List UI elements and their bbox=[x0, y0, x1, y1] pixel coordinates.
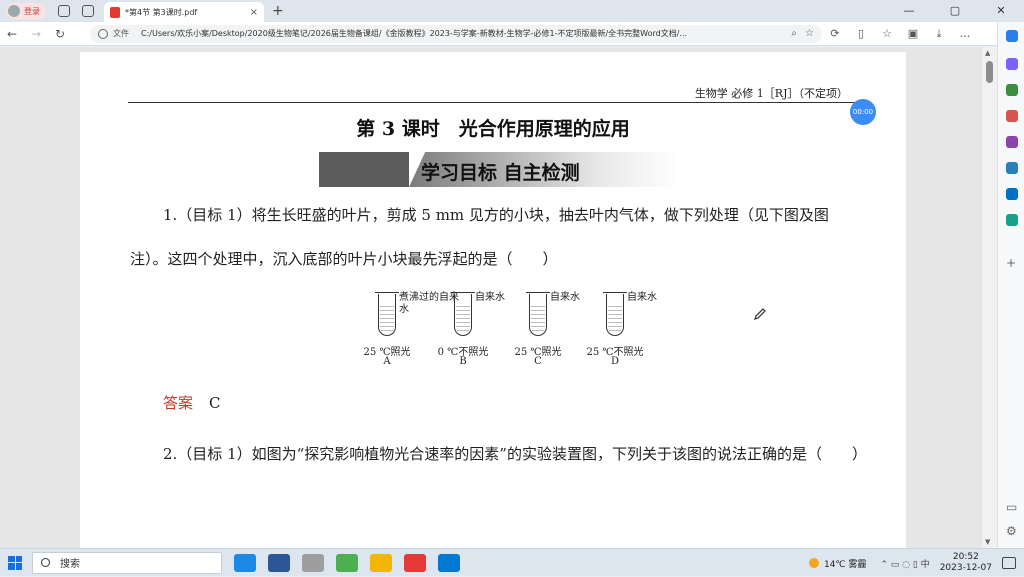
workspaces-icon[interactable] bbox=[58, 5, 70, 17]
notepad-app-icon[interactable] bbox=[302, 553, 324, 572]
tube-b-label: 自来水 bbox=[475, 292, 505, 303]
favorites-icon[interactable]: ☆ bbox=[874, 27, 900, 40]
lesson-title: 第 3 课时 光合作用原理的应用 bbox=[356, 118, 630, 140]
copilot-icon[interactable] bbox=[1006, 30, 1018, 42]
file-label: 文件 bbox=[113, 29, 129, 38]
tube-a-letter: A bbox=[383, 356, 391, 367]
zoom-icon[interactable]: ⌕ bbox=[791, 28, 797, 39]
outlook-icon[interactable] bbox=[1006, 188, 1018, 200]
url-text[interactable]: C:/Users/欢乐小案/Desktop/2020级生物笔记/2026届生物备… bbox=[141, 28, 783, 39]
notification-icon[interactable] bbox=[1002, 557, 1016, 569]
tube-d-label: 自来水 bbox=[627, 292, 657, 303]
section-banner-label: 学习目标 自主检测 bbox=[421, 162, 580, 184]
browser-app-icon[interactable] bbox=[336, 553, 358, 572]
tube-c-label: 自来水 bbox=[550, 292, 580, 303]
forward-icon[interactable]: → bbox=[24, 27, 48, 41]
pencil-icon[interactable] bbox=[753, 307, 767, 321]
search-sidebar-icon[interactable] bbox=[1006, 58, 1018, 70]
test-tube-figure: 煮沸过的自来水 25 ℃照光 A 自来水 0 ℃不照光 B 自来水 25 ℃照光… bbox=[360, 292, 680, 372]
shopping-icon[interactable] bbox=[1006, 84, 1018, 96]
tube-b-letter: B bbox=[459, 356, 467, 367]
running-header: 生物学 必修 1［RJ］（不定项） bbox=[694, 87, 848, 100]
tray-icons[interactable]: ⌃ ▭ ◌ ▯ 中 bbox=[880, 557, 929, 570]
edge-app-icon[interactable] bbox=[234, 553, 256, 572]
explorer-app-icon[interactable] bbox=[370, 553, 392, 572]
start-icon[interactable] bbox=[8, 555, 22, 570]
collections-icon[interactable]: ▣ bbox=[900, 27, 926, 40]
pdf-icon bbox=[110, 6, 120, 18]
office-icon[interactable] bbox=[1006, 162, 1018, 174]
tab-bar: 登录 *第4节 第3课时.pdf × + — ▢ ✕ bbox=[0, 0, 1024, 22]
answer: 答案 C bbox=[163, 392, 221, 413]
address-bar: ← → ↻ 文件 C:/Users/欢乐小案/Desktop/2020级生物笔记… bbox=[0, 22, 1024, 46]
info-icon[interactable] bbox=[98, 28, 108, 39]
edge2-app-icon[interactable] bbox=[438, 553, 460, 572]
avatar-icon bbox=[8, 5, 20, 17]
banner-block bbox=[319, 152, 409, 187]
window-controls: — ▢ ✕ bbox=[886, 0, 1024, 22]
answer-label: 答案 bbox=[163, 394, 194, 412]
vertical-scrollbar[interactable]: ▲ ▼ bbox=[982, 47, 997, 548]
clock-date: 2023-12-07 bbox=[939, 563, 992, 573]
more-icon[interactable]: … bbox=[952, 27, 978, 40]
extensions-icon[interactable]: ⟳ bbox=[822, 27, 848, 40]
weather-icon bbox=[808, 558, 819, 568]
clock[interactable]: 20:52 2023-12-07 bbox=[940, 552, 992, 574]
pdf-viewer[interactable]: 生物学 必修 1［RJ］（不定项） 第 3 课时 光合作用原理的应用 学习目标 … bbox=[0, 47, 982, 548]
tube-c-letter: C bbox=[534, 356, 542, 367]
system-tray: 14℃ 雾霾 ⌃ ▭ ◌ ▯ 中 20:52 2023-12-07 bbox=[808, 549, 1024, 577]
weather-widget[interactable]: 14℃ 雾霾 bbox=[808, 557, 867, 570]
login-label: 登录 bbox=[24, 6, 40, 16]
new-tab-button[interactable]: + bbox=[272, 3, 284, 19]
test-tube-d bbox=[603, 292, 627, 336]
close-button[interactable]: ✕ bbox=[978, 0, 1024, 22]
header-rule bbox=[128, 102, 856, 103]
taskbar: 搜索 14℃ 雾霾 ⌃ ▭ ◌ ▯ 中 20:52 2023-12-07 bbox=[0, 548, 1024, 576]
url-field[interactable]: 文件 C:/Users/欢乐小案/Desktop/2020级生物笔记/2026届… bbox=[90, 24, 822, 43]
word-app-icon[interactable] bbox=[268, 553, 290, 572]
maximize-button[interactable]: ▢ bbox=[932, 0, 978, 22]
test-tube-b bbox=[451, 292, 475, 336]
taskbar-search[interactable]: 搜索 bbox=[32, 551, 222, 574]
settings-icon[interactable]: ⚙ bbox=[1006, 524, 1017, 538]
weather-text: 14℃ 雾霾 bbox=[823, 559, 867, 570]
games-icon[interactable] bbox=[1006, 136, 1018, 148]
test-tube-c bbox=[526, 292, 550, 336]
search-placeholder: 搜索 bbox=[60, 559, 80, 570]
question-2: 2.（目标 1）如图为“探究影响植物光合速率的因素”的实验装置图，下列关于该图的… bbox=[163, 445, 867, 463]
tab-pdf[interactable]: *第4节 第3课时.pdf × bbox=[104, 2, 264, 22]
pdf-page: 生物学 必修 1［RJ］（不定项） 第 3 课时 光合作用原理的应用 学习目标 … bbox=[80, 52, 906, 548]
scroll-up-icon[interactable]: ▲ bbox=[985, 49, 990, 57]
scroll-down-icon[interactable]: ▼ bbox=[985, 538, 990, 546]
test-tube-a bbox=[375, 292, 399, 336]
tab-close-icon[interactable]: × bbox=[250, 7, 258, 18]
minimize-button[interactable]: — bbox=[886, 0, 932, 22]
question-1: 1.（目标 1）将生长旺盛的叶片，剪成 5 mm 见方的小块，抽去叶内气体，做下… bbox=[130, 206, 829, 268]
favorite-star-icon[interactable]: ☆ bbox=[805, 28, 814, 39]
edge-sidebar: + ▭ ⚙ bbox=[997, 22, 1024, 548]
back-icon[interactable]: ← bbox=[0, 27, 24, 41]
downloads-icon[interactable]: ⤓ bbox=[926, 27, 952, 41]
tab-title: *第4节 第3课时.pdf bbox=[125, 7, 198, 17]
drop-icon[interactable] bbox=[1006, 214, 1018, 226]
section-banner: 学习目标 自主检测 bbox=[319, 152, 679, 187]
login-button[interactable]: 登录 bbox=[6, 3, 46, 19]
add-sidebar-icon[interactable]: + bbox=[1006, 256, 1016, 270]
wps-app-icon[interactable] bbox=[404, 553, 426, 572]
tools-icon[interactable] bbox=[1006, 110, 1018, 122]
tab-actions-icon[interactable] bbox=[82, 5, 94, 17]
refresh-icon[interactable]: ↻ bbox=[48, 27, 72, 41]
scrollbar-thumb[interactable] bbox=[986, 61, 993, 83]
clock-time: 20:52 bbox=[952, 552, 979, 562]
search-icon bbox=[41, 558, 50, 567]
tube-d-letter: D bbox=[610, 356, 620, 367]
recording-timer[interactable]: 00:00 bbox=[850, 99, 876, 125]
split-screen-icon[interactable]: ▯ bbox=[848, 27, 874, 40]
tube-a-label: 煮沸过的自来水 bbox=[399, 292, 459, 315]
answer-value: C bbox=[209, 394, 221, 412]
hide-sidebar-icon[interactable]: ▭ bbox=[1006, 500, 1017, 514]
